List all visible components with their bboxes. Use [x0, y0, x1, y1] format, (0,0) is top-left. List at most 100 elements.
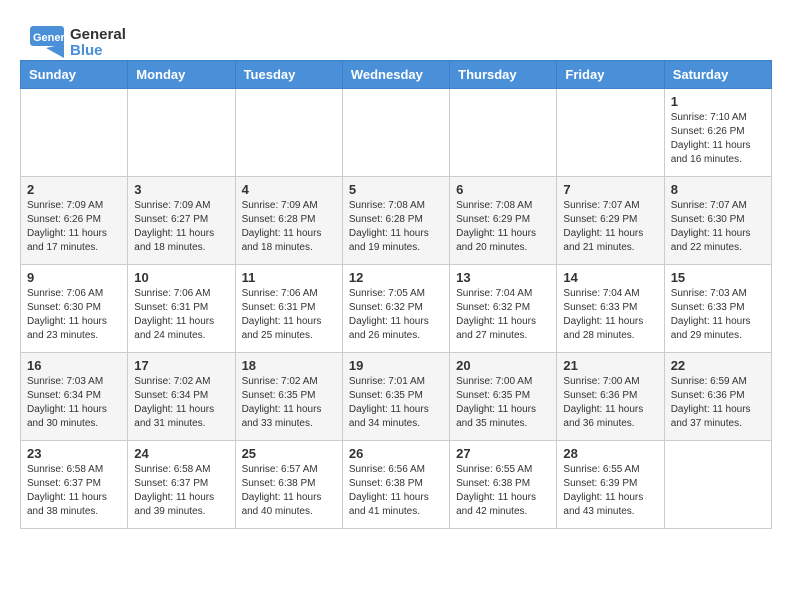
- day-number: 13: [456, 270, 550, 285]
- day-info: Sunrise: 7:09 AM Sunset: 6:28 PM Dayligh…: [242, 199, 336, 255]
- calendar-col-friday: Friday: [557, 61, 664, 89]
- day-number: 18: [242, 358, 336, 373]
- day-info: Sunrise: 7:03 AM Sunset: 6:33 PM Dayligh…: [671, 287, 765, 343]
- day-number: 14: [563, 270, 657, 285]
- calendar-col-monday: Monday: [128, 61, 235, 89]
- day-info: Sunrise: 7:10 AM Sunset: 6:26 PM Dayligh…: [671, 111, 765, 167]
- day-number: 8: [671, 182, 765, 197]
- day-info: Sunrise: 7:09 AM Sunset: 6:27 PM Dayligh…: [134, 199, 228, 255]
- day-info: Sunrise: 6:58 AM Sunset: 6:37 PM Dayligh…: [134, 463, 228, 519]
- day-info: Sunrise: 6:56 AM Sunset: 6:38 PM Dayligh…: [349, 463, 443, 519]
- day-info: Sunrise: 6:58 AM Sunset: 6:37 PM Dayligh…: [27, 463, 121, 519]
- day-number: 15: [671, 270, 765, 285]
- calendar-cell: 10 Sunrise: 7:06 AM Sunset: 6:31 PM Dayli…: [128, 265, 235, 353]
- day-number: 28: [563, 446, 657, 461]
- calendar-cell: [21, 89, 128, 177]
- calendar-cell: 16 Sunrise: 7:03 AM Sunset: 6:34 PM Dayli…: [21, 353, 128, 441]
- day-info: Sunrise: 7:07 AM Sunset: 6:29 PM Dayligh…: [563, 199, 657, 255]
- day-info: Sunrise: 7:02 AM Sunset: 6:35 PM Dayligh…: [242, 375, 336, 431]
- day-info: Sunrise: 6:55 AM Sunset: 6:38 PM Dayligh…: [456, 463, 550, 519]
- calendar-cell: 28 Sunrise: 6:55 AM Sunset: 6:39 PM Dayli…: [557, 441, 664, 529]
- day-info: Sunrise: 7:06 AM Sunset: 6:31 PM Dayligh…: [134, 287, 228, 343]
- calendar-cell: 13 Sunrise: 7:04 AM Sunset: 6:32 PM Dayli…: [450, 265, 557, 353]
- calendar-cell: 21Sunrise: 7:00 AM Sunset: 6:36 PM Dayli…: [557, 353, 664, 441]
- day-number: 1: [671, 94, 765, 109]
- day-number: 20: [456, 358, 550, 373]
- day-info: Sunrise: 6:55 AM Sunset: 6:39 PM Dayligh…: [563, 463, 657, 519]
- calendar-cell: 7 Sunrise: 7:07 AM Sunset: 6:29 PM Daylig…: [557, 177, 664, 265]
- day-info: Sunrise: 7:04 AM Sunset: 6:32 PM Dayligh…: [456, 287, 550, 343]
- calendar-cell: 14Sunrise: 7:04 AM Sunset: 6:33 PM Dayli…: [557, 265, 664, 353]
- calendar-col-thursday: Thursday: [450, 61, 557, 89]
- day-info: Sunrise: 7:09 AM Sunset: 6:26 PM Dayligh…: [27, 199, 121, 255]
- calendar-cell: 15 Sunrise: 7:03 AM Sunset: 6:33 PM Dayli…: [664, 265, 771, 353]
- day-info: Sunrise: 7:03 AM Sunset: 6:34 PM Dayligh…: [27, 375, 121, 431]
- calendar-week-3: 16 Sunrise: 7:03 AM Sunset: 6:34 PM Dayli…: [21, 353, 772, 441]
- day-info: Sunrise: 6:57 AM Sunset: 6:38 PM Dayligh…: [242, 463, 336, 519]
- calendar-col-wednesday: Wednesday: [342, 61, 449, 89]
- day-number: 11: [242, 270, 336, 285]
- calendar-cell: 25 Sunrise: 6:57 AM Sunset: 6:38 PM Dayli…: [235, 441, 342, 529]
- calendar-cell: [450, 89, 557, 177]
- svg-text:General: General: [33, 32, 66, 44]
- calendar-col-saturday: Saturday: [664, 61, 771, 89]
- calendar-cell: 8 Sunrise: 7:07 AM Sunset: 6:30 PM Daylig…: [664, 177, 771, 265]
- day-number: 16: [27, 358, 121, 373]
- calendar-col-tuesday: Tuesday: [235, 61, 342, 89]
- day-number: 7: [563, 182, 657, 197]
- calendar-cell: 6Sunrise: 7:08 AM Sunset: 6:29 PM Daylig…: [450, 177, 557, 265]
- calendar-cell: [664, 441, 771, 529]
- day-number: 10: [134, 270, 228, 285]
- calendar-cell: 27 Sunrise: 6:55 AM Sunset: 6:38 PM Dayli…: [450, 441, 557, 529]
- calendar-week-0: 1 Sunrise: 7:10 AM Sunset: 6:26 PM Daylig…: [21, 89, 772, 177]
- logo-general: General: [70, 26, 126, 43]
- calendar-cell: 26Sunrise: 6:56 AM Sunset: 6:38 PM Dayli…: [342, 441, 449, 529]
- day-info: Sunrise: 7:02 AM Sunset: 6:34 PM Dayligh…: [134, 375, 228, 431]
- calendar-cell: 11 Sunrise: 7:06 AM Sunset: 6:31 PM Dayli…: [235, 265, 342, 353]
- calendar-cell: [557, 89, 664, 177]
- calendar-cell: 22 Sunrise: 6:59 AM Sunset: 6:36 PM Dayli…: [664, 353, 771, 441]
- calendar-week-4: 23 Sunrise: 6:58 AM Sunset: 6:37 PM Dayli…: [21, 441, 772, 529]
- day-number: 23: [27, 446, 121, 461]
- day-number: 2: [27, 182, 121, 197]
- day-info: Sunrise: 7:00 AM Sunset: 6:35 PM Dayligh…: [456, 375, 550, 431]
- calendar-cell: 20 Sunrise: 7:00 AM Sunset: 6:35 PM Dayli…: [450, 353, 557, 441]
- day-number: 3: [134, 182, 228, 197]
- day-number: 5: [349, 182, 443, 197]
- calendar-cell: 4Sunrise: 7:09 AM Sunset: 6:28 PM Daylig…: [235, 177, 342, 265]
- calendar-cell: 3 Sunrise: 7:09 AM Sunset: 6:27 PM Daylig…: [128, 177, 235, 265]
- calendar-cell: 2 Sunrise: 7:09 AM Sunset: 6:26 PM Daylig…: [21, 177, 128, 265]
- calendar-cell: 17 Sunrise: 7:02 AM Sunset: 6:34 PM Dayli…: [128, 353, 235, 441]
- logo-svg: General: [28, 24, 66, 62]
- calendar-cell: [235, 89, 342, 177]
- calendar-cell: 1 Sunrise: 7:10 AM Sunset: 6:26 PM Daylig…: [664, 89, 771, 177]
- day-info: Sunrise: 7:05 AM Sunset: 6:32 PM Dayligh…: [349, 287, 443, 343]
- calendar-cell: 24 Sunrise: 6:58 AM Sunset: 6:37 PM Dayli…: [128, 441, 235, 529]
- day-info: Sunrise: 6:59 AM Sunset: 6:36 PM Dayligh…: [671, 375, 765, 431]
- day-number: 9: [27, 270, 121, 285]
- day-info: Sunrise: 7:07 AM Sunset: 6:30 PM Dayligh…: [671, 199, 765, 255]
- day-info: Sunrise: 7:06 AM Sunset: 6:31 PM Dayligh…: [242, 287, 336, 343]
- day-number: 19: [349, 358, 443, 373]
- day-info: Sunrise: 7:08 AM Sunset: 6:28 PM Dayligh…: [349, 199, 443, 255]
- logo-blue: Blue: [70, 42, 103, 59]
- calendar-col-sunday: Sunday: [21, 61, 128, 89]
- calendar-cell: 23 Sunrise: 6:58 AM Sunset: 6:37 PM Dayli…: [21, 441, 128, 529]
- calendar-week-1: 2 Sunrise: 7:09 AM Sunset: 6:26 PM Daylig…: [21, 177, 772, 265]
- calendar-cell: 19 Sunrise: 7:01 AM Sunset: 6:35 PM Dayli…: [342, 353, 449, 441]
- calendar-cell: [342, 89, 449, 177]
- day-info: Sunrise: 7:06 AM Sunset: 6:30 PM Dayligh…: [27, 287, 121, 343]
- day-number: 22: [671, 358, 765, 373]
- calendar-cell: 12Sunrise: 7:05 AM Sunset: 6:32 PM Dayli…: [342, 265, 449, 353]
- logo-text: General General Blue: [28, 24, 126, 62]
- header: General: [20, 20, 772, 50]
- day-number: 27: [456, 446, 550, 461]
- calendar-cell: [128, 89, 235, 177]
- calendar-cell: 9 Sunrise: 7:06 AM Sunset: 6:30 PM Daylig…: [21, 265, 128, 353]
- calendar-header-row: SundayMondayTuesdayWednesdayThursdayFrid…: [21, 61, 772, 89]
- day-number: 17: [134, 358, 228, 373]
- day-info: Sunrise: 7:01 AM Sunset: 6:35 PM Dayligh…: [349, 375, 443, 431]
- day-info: Sunrise: 7:00 AM Sunset: 6:36 PM Dayligh…: [563, 375, 657, 431]
- day-number: 25: [242, 446, 336, 461]
- day-number: 24: [134, 446, 228, 461]
